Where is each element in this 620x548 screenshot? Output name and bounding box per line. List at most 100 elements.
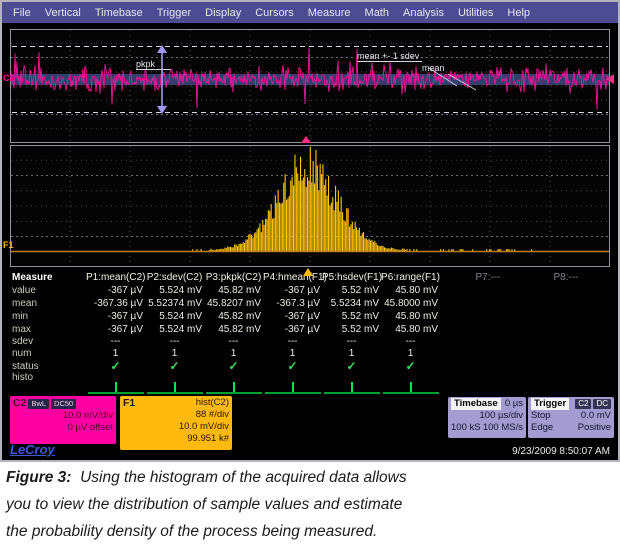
measure-cell: 1 — [322, 348, 381, 359]
measure-cell: --- — [204, 336, 263, 347]
measure-cell: -367 µV — [263, 324, 322, 335]
trigger-title: Trigger — [531, 398, 569, 410]
lecroy-logo: LeCroy — [10, 442, 55, 457]
trace-descriptor-f1[interactable]: F1hist(C2) 88 #/div 10.0 mV/div 99.951 k… — [120, 396, 232, 450]
trigger-descriptor[interactable]: Trigger C2DC Stop 0.0 mV Edge Positive — [528, 397, 614, 438]
timebase-descriptor[interactable]: Timebase0 µs 100 µs/div 100 kS100 MS/s — [448, 397, 526, 438]
histogram-panel — [10, 145, 610, 267]
measure-cell — [263, 380, 322, 394]
c2-coupling-badge: DC50 — [51, 399, 76, 409]
trigger-level-marker-icon[interactable] — [606, 74, 614, 84]
histogram-plot — [10, 145, 610, 267]
measure-cell: 45.8207 mV — [204, 298, 263, 309]
histo-sparkline — [147, 380, 203, 394]
measure-row-num: num111111 — [8, 347, 614, 359]
menu-item-timebase[interactable]: Timebase — [88, 5, 150, 21]
measure-cell: 45.8000 mV — [381, 298, 440, 309]
channel-descriptor-c2[interactable]: C2BwLDC50 10.0 mV/div 0 µV offset — [10, 396, 116, 444]
histo-spike — [174, 382, 176, 392]
timebase-samples: 100 kS — [451, 422, 481, 434]
trigger-type: Edge — [531, 422, 553, 434]
measure-cell: ✓ — [263, 359, 322, 373]
trigger-level: 0.0 mV — [581, 410, 611, 422]
histo-sparkline — [88, 380, 144, 394]
measure-cell: 5.524 mV — [145, 285, 204, 296]
measure-cell: 5.52 mV — [322, 311, 381, 322]
measure-row-label: mean — [8, 298, 86, 309]
measure-cell: -367 µV — [86, 311, 145, 322]
measure-cell: 45.80 mV — [381, 285, 440, 296]
caption-line1: Using the histogram of the acquired data… — [80, 469, 407, 486]
trigger-mode: Stop — [531, 410, 551, 422]
menu-item-help[interactable]: Help — [500, 5, 537, 21]
measure-cell: 1 — [204, 348, 263, 359]
measure-cell: 45.80 mV — [381, 311, 440, 322]
measure-column-header: P2:sdev(C2) — [145, 272, 204, 283]
measure-cell: 5.5234 mV — [322, 298, 381, 309]
histo-spike — [351, 382, 353, 392]
menu-item-display[interactable]: Display — [198, 5, 248, 21]
trace-f1-label: F1 — [3, 240, 14, 250]
measure-cell: 45.82 mV — [204, 324, 263, 335]
status-check-icon: ✓ — [228, 359, 238, 373]
trigger-source-badge: C2 — [575, 399, 591, 409]
histo-spike — [292, 382, 294, 392]
measure-cell: 45.82 mV — [204, 285, 263, 296]
measure-cell — [204, 380, 263, 394]
measure-cell — [322, 380, 381, 394]
menu-item-math[interactable]: Math — [358, 5, 396, 21]
timebase-title: Timebase — [451, 398, 501, 410]
measure-cell: ✓ — [204, 359, 263, 373]
histo-spike — [410, 382, 412, 392]
measure-column-header: P5:hsdev(F1) — [322, 272, 381, 283]
c2-scale: 10.0 mV/div — [13, 410, 113, 422]
menu-item-measure[interactable]: Measure — [301, 5, 358, 21]
menu-item-utilities[interactable]: Utilities — [451, 5, 500, 21]
measure-row-value: value-367 µV5.524 mV45.82 mV-367 µV5.52 … — [8, 284, 614, 297]
measure-cell: -367.3 µV — [263, 298, 322, 309]
channel-c2-trace-label: C2 — [3, 73, 15, 83]
timestamp: 9/23/2009 8:50:07 AM — [512, 446, 610, 457]
status-check-icon: ✓ — [346, 359, 356, 373]
menu-item-cursors[interactable]: Cursors — [248, 5, 301, 21]
menu-item-analysis[interactable]: Analysis — [396, 5, 451, 21]
menu-bar: FileVerticalTimebaseTriggerDisplayCursor… — [2, 2, 618, 23]
measure-row-max: max-367 µV5.524 mV45.82 mV-367 µV5.52 mV… — [8, 323, 614, 336]
measure-cell — [381, 380, 440, 394]
measure-row-label: histo — [8, 372, 86, 383]
histo-sparkline — [265, 380, 321, 394]
measure-cell: ✓ — [381, 359, 440, 373]
status-check-icon: ✓ — [287, 359, 297, 373]
measure-table: MeasureP1:mean(C2)P2:sdev(C2)P3:pkpk(C2)… — [8, 270, 614, 394]
timebase-position: 0 µs — [505, 398, 523, 410]
measure-table-title: Measure — [8, 272, 86, 283]
trigger-slope: Positive — [578, 422, 611, 434]
status-check-icon: ✓ — [169, 359, 179, 373]
measure-cell: 1 — [86, 348, 145, 359]
measure-cell: -367 µV — [263, 285, 322, 296]
measure-cell — [86, 380, 145, 394]
measure-cell: --- — [263, 336, 322, 347]
measure-cell: -367 µV — [263, 311, 322, 322]
f1-function: hist(C2) — [196, 397, 229, 409]
measure-cell: --- — [145, 336, 204, 347]
measure-cell: 45.82 mV — [204, 311, 263, 322]
measure-column-header: P4:hmean(F1) — [263, 272, 322, 283]
caption-line2: you to view the distribution of sample v… — [6, 496, 616, 514]
menu-item-vertical[interactable]: Vertical — [38, 5, 88, 21]
waveform-plot — [10, 29, 610, 143]
histo-spike — [115, 382, 117, 392]
f1-population: 99.951 k# — [123, 433, 229, 445]
measure-cell: --- — [381, 336, 440, 347]
timebase-rate: 100 MS/s — [483, 422, 523, 434]
c2-label: C2 — [13, 397, 26, 409]
measure-cell: 1 — [145, 348, 204, 359]
trigger-coupling-badge: DC — [593, 399, 611, 409]
histo-sparkline — [206, 380, 262, 394]
c2-offset: 0 µV offset — [13, 422, 113, 434]
menu-item-file[interactable]: File — [6, 5, 38, 21]
menu-item-trigger[interactable]: Trigger — [150, 5, 198, 21]
measure-row-label: min — [8, 311, 86, 322]
measure-cell: --- — [86, 336, 145, 347]
measure-cell: --- — [322, 336, 381, 347]
